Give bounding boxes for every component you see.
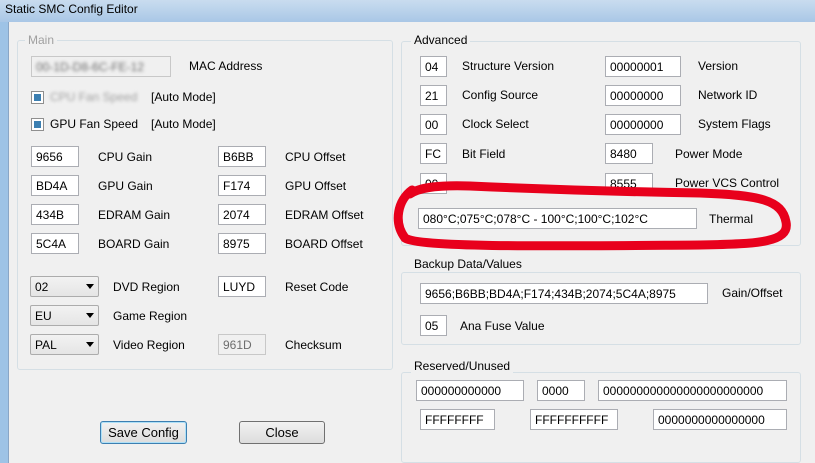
chevron-down-icon: [86, 313, 94, 318]
reserved-field-5[interactable]: FFFFFFFFFF: [530, 409, 618, 430]
edram-offset-field[interactable]: 2074: [218, 204, 266, 225]
dvd-region-select[interactable]: 02: [30, 276, 99, 297]
cpu-fan-mode: [Auto Mode]: [151, 90, 216, 104]
clock-select-label: Clock Select: [462, 117, 529, 131]
video-region-label: Video Region: [113, 338, 185, 352]
ana-fuse-label: Ana Fuse Value: [460, 319, 545, 333]
gpu-gain-field[interactable]: BD4A: [31, 175, 79, 196]
thermal-label: Thermal: [709, 212, 754, 226]
edram-gain-field[interactable]: 434B: [31, 204, 79, 225]
gpu-fan-mode: [Auto Mode]: [151, 117, 216, 131]
reset-code-field[interactable]: LUYD: [218, 276, 266, 297]
board-offset-field[interactable]: 8975: [218, 233, 266, 254]
checksum-field[interactable]: 961D: [218, 334, 266, 355]
game-region-label: Game Region: [113, 309, 188, 323]
gpu-offset-label: GPU Offset: [285, 179, 347, 193]
cpu-fan-label: CPU Fan Speed: [50, 90, 138, 104]
board-offset-label: BOARD Offset: [285, 237, 363, 251]
system-flags-field[interactable]: 00000000: [605, 114, 681, 135]
mac-address-field[interactable]: 00-1D-D8-6C-FE-12: [31, 56, 171, 77]
game-region-select[interactable]: EU: [30, 305, 99, 326]
cpu-fan-checkbox[interactable]: [31, 91, 44, 104]
title-bar: Static SMC Config Editor: [0, 0, 815, 22]
video-region-select[interactable]: PAL: [30, 334, 99, 355]
window-client: Main 00-1D-D8-6C-FE-12 MAC Address CPU F…: [8, 22, 815, 463]
gpu-offset-field[interactable]: F174: [218, 175, 266, 196]
edram-gain-label: EDRAM Gain: [98, 208, 171, 222]
config-source-field[interactable]: 21: [420, 85, 447, 106]
mac-address-label: MAC Address: [189, 59, 263, 73]
network-id-label: Network ID: [698, 88, 758, 102]
cpu-gain-field[interactable]: 9656: [31, 146, 79, 167]
bit-field-label: Bit Field: [462, 147, 506, 161]
version-field[interactable]: 00000001: [605, 56, 681, 77]
power-vcs-label: Power VCS Control: [675, 176, 780, 190]
dvd-region-label: DVD Region: [113, 280, 180, 294]
reserved-group-label: Reserved/Unused: [411, 359, 514, 373]
chevron-down-icon: [86, 284, 94, 289]
reserved-field-2[interactable]: 0000: [537, 380, 585, 401]
save-config-button[interactable]: Save Config: [100, 421, 187, 444]
checksum-label: Checksum: [285, 338, 342, 352]
board-gain-label: BOARD Gain: [98, 237, 170, 251]
close-button[interactable]: Close: [239, 421, 325, 444]
network-id-field[interactable]: 00000000: [605, 85, 681, 106]
reserved-field-1[interactable]: 000000000000: [416, 380, 524, 401]
clock-select-field[interactable]: 00: [420, 114, 447, 135]
board-gain-field[interactable]: 5C4A: [31, 233, 79, 254]
advanced-group-label: Advanced: [411, 33, 471, 47]
reset-code-label: Reset Code: [285, 280, 349, 294]
gpu-fan-label: GPU Fan Speed: [50, 117, 139, 131]
gain-offset-field[interactable]: 9656;B6BB;BD4A;F174;434B;2074;5C4A;8975: [420, 283, 708, 304]
config-source-label: Config Source: [462, 88, 539, 102]
structure-version-field[interactable]: 04: [420, 56, 447, 77]
backup-group-label: Backup Data/Values: [411, 257, 525, 271]
reserved-field-6[interactable]: 0000000000000000: [653, 409, 787, 430]
cpu-offset-label: CPU Offset: [285, 150, 346, 164]
thermal-field[interactable]: 080°C;075°C;078°C - 100°C;100°C;102°C: [418, 208, 697, 229]
version-label: Version: [698, 59, 739, 73]
window-title: Static SMC Config Editor: [5, 2, 138, 16]
reserved-field-4[interactable]: FFFFFFFF: [420, 409, 495, 430]
system-flags-label: System Flags: [698, 117, 771, 131]
cpu-offset-field[interactable]: B6BB: [218, 146, 266, 167]
gpu-fan-checkbox[interactable]: [31, 118, 44, 131]
edram-offset-label: EDRAM Offset: [285, 208, 364, 222]
structure-version-label: Structure Version: [462, 59, 555, 73]
gpu-gain-label: GPU Gain: [98, 179, 153, 193]
power-mode-field[interactable]: 8480: [605, 143, 653, 164]
cpu-gain-label: CPU Gain: [98, 150, 153, 164]
hidden-field[interactable]: 00: [420, 173, 447, 194]
chevron-down-icon: [86, 342, 94, 347]
power-vcs-field[interactable]: 8555: [605, 173, 653, 194]
ana-fuse-field[interactable]: 05: [420, 315, 447, 336]
gain-offset-label: Gain/Offset: [722, 286, 783, 300]
bit-field-field[interactable]: FC: [420, 143, 447, 164]
power-mode-label: Power Mode: [675, 147, 743, 161]
main-group-label: Main: [25, 33, 58, 47]
reserved-field-3[interactable]: 000000000000000000000000: [598, 380, 787, 401]
